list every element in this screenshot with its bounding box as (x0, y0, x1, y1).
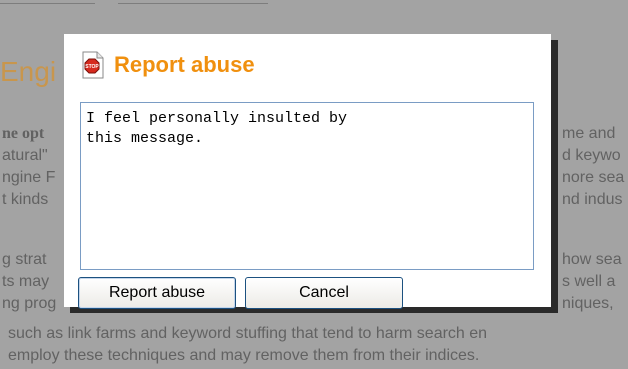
background-text-line: nore sea (562, 169, 625, 186)
background-text-line: me and (562, 125, 616, 142)
background-text-line: ts may (2, 273, 50, 290)
background-text-line: employ these techniques and may remove t… (8, 347, 480, 364)
background-text-line: such as link farms and keyword stuffing … (8, 325, 488, 342)
background-text-line: nd indus (562, 191, 623, 208)
background-text-line: s well a (562, 273, 616, 290)
background-text-line: niques, (562, 295, 614, 312)
background-heading: Engi (0, 56, 57, 87)
background-text-line: ng prog (2, 295, 57, 312)
background-text-line: atural" (2, 147, 48, 164)
cancel-button[interactable]: Cancel (245, 277, 403, 309)
dialog-title: Report abuse (114, 52, 255, 77)
background-text-line: d keywo (562, 147, 621, 164)
report-abuse-button[interactable]: Report abuse (78, 277, 236, 309)
background-text-line: ne opt (2, 125, 45, 142)
background-text-line: t kinds (2, 191, 49, 208)
background-text-line: g strat (2, 251, 47, 268)
background-text-line: how sea (562, 251, 622, 268)
svg-text:STOP: STOP (85, 64, 99, 70)
abuse-reason-textarea[interactable]: I feel personally insulted by this messa… (80, 102, 534, 270)
background-text-line: ngine F (2, 169, 56, 186)
report-abuse-dialog: STOP Report abuse I feel personally insu… (64, 34, 551, 309)
dialog-title-row: STOP Report abuse (80, 51, 255, 79)
stop-sign-document-icon: STOP (80, 51, 106, 79)
background-top-rule (0, 0, 628, 8)
